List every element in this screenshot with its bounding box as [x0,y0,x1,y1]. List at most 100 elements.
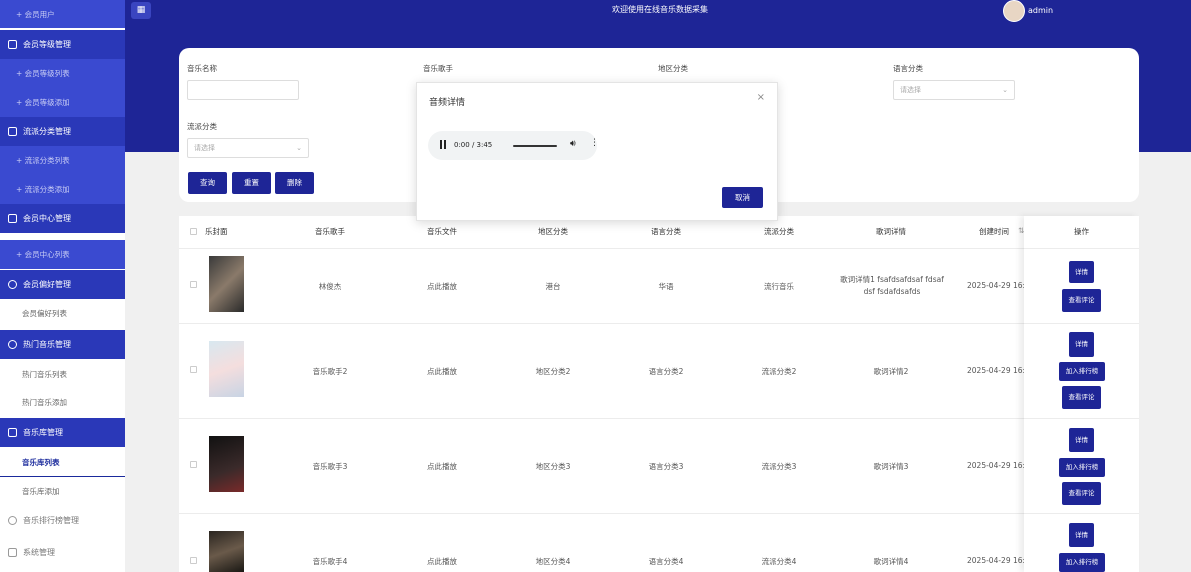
sidebar-item-label: 音乐库管理 [23,428,63,437]
header-file: 音乐文件 [427,227,457,236]
cell-region: 地区分类3 [535,462,571,471]
sidebar-item-genre-list[interactable]: + 流派分类列表 [0,146,125,175]
cancel-button[interactable]: 取消 [722,187,763,208]
play-link[interactable]: 点此播放 [402,366,482,377]
genre-placeholder: 请选择 [194,144,215,152]
add-to-ranking-button[interactable]: 加入排行榜 [1059,458,1105,477]
clock-icon [8,340,17,349]
sidebar-item-hot-music-add[interactable]: 热门音乐添加 [0,388,125,417]
header-genre: 流派分类 [764,227,794,236]
more-options-icon[interactable]: ⋮ [590,138,599,148]
sidebar-item-label: 音乐库列表 [22,457,60,467]
username[interactable]: admin [1028,6,1053,15]
detail-button[interactable]: 详情 [1069,428,1094,452]
cell-language: 语言分类4 [648,557,684,566]
add-to-ranking-button[interactable]: 加入排行榜 [1059,553,1105,572]
sidebar-item-label: + 流派分类添加 [16,185,70,194]
audio-progress-bar[interactable] [513,145,557,147]
view-comments-button[interactable]: 查看评论 [1062,289,1101,312]
folder-icon [8,214,17,223]
welcome-text: 欢迎使用在线音乐数据采集 [612,5,708,14]
sidebar-item-label: 热门音乐列表 [22,370,67,379]
sidebar-group-ranking[interactable]: 音乐排行榜管理 [0,506,125,535]
folder-icon [8,127,17,136]
cell-lyrics: 歌词详情4 [873,557,909,566]
view-comments-button[interactable]: 查看评论 [1062,482,1101,505]
detail-button[interactable]: 详情 [1069,261,1094,283]
region-label: 地区分类 [658,64,688,73]
pause-icon[interactable] [439,140,447,150]
sidebar-item-music-library-add[interactable]: 音乐库添加 [0,477,125,506]
chevron-down-icon: ⌄ [1002,86,1008,94]
sidebar-item-member-users[interactable]: + 会员用户 [0,0,125,28]
close-icon[interactable]: × [757,92,765,103]
row-divider [179,248,1139,249]
sidebar-item-label: 热门音乐管理 [23,340,71,349]
sidebar-item-member-level-add[interactable]: + 会员等级添加 [0,88,125,117]
music-name-input[interactable] [187,80,299,100]
sidebar-item-genre-add[interactable]: + 流派分类添加 [0,175,125,204]
select-all-checkbox[interactable] [190,228,197,235]
volume-icon[interactable]: 🔊︎ [570,139,576,149]
audio-detail-dialog: 音频详情 × 0:00 / 3:45 🔊︎ ⋮ 取消 [416,82,778,221]
delete-button[interactable]: 删除 [275,172,314,194]
language-select[interactable]: 请选择 ⌄ [893,80,1015,100]
cell-genre: 流派分类3 [761,462,797,471]
sidebar-group-member-preference[interactable]: 会员偏好管理 [0,270,125,299]
add-to-ranking-button[interactable]: 加入排行榜 [1059,362,1105,381]
row-divider [1024,323,1139,324]
query-button[interactable]: 查询 [188,172,227,194]
avatar[interactable] [1003,0,1025,22]
view-comments-button[interactable]: 查看评论 [1062,386,1101,409]
sidebar-group-music-library[interactable]: 音乐库管理 [0,418,125,447]
header-language: 语言分类 [651,227,681,236]
sidebar-group-genre[interactable]: 流派分类管理 [0,117,125,146]
row-checkbox[interactable] [190,366,197,373]
sidebar-item-member-center-list[interactable]: + 会员中心列表 [0,240,125,269]
document-icon [8,548,17,557]
detail-button[interactable]: 详情 [1069,332,1094,357]
genre-select[interactable]: 请选择 ⌄ [187,138,309,158]
cell-region: 港台 [545,282,561,291]
cell-genre: 流派分类4 [761,557,797,566]
cell-singer: 林俊杰 [318,282,342,291]
sidebar-item-preference-list[interactable]: 会员偏好列表 [0,299,125,328]
sidebar-item-hot-music-list[interactable]: 热门音乐列表 [0,360,125,389]
cell-lyrics: 歌词详情2 [873,367,909,376]
folder-icon [8,40,17,49]
sidebar-group-member-level[interactable]: 会员等级管理 [0,30,125,59]
header-region: 地区分类 [538,227,568,236]
cell-singer: 音乐歌手2 [312,367,348,376]
row-divider [1024,513,1139,514]
sidebar-item-label: + 会员中心列表 [16,250,70,259]
row-divider [1024,418,1139,419]
dialog-title: 音频详情 [429,98,466,108]
row-checkbox[interactable] [190,281,197,288]
sidebar-item-label: 会员中心管理 [23,214,71,223]
play-link[interactable]: 点此播放 [402,461,482,472]
cell-lyrics: 歌词详情3 [873,462,909,471]
sidebar-group-system[interactable]: 系统管理 [0,538,125,567]
sidebar-item-music-library-list[interactable]: 音乐库列表 [0,448,125,477]
sidebar-group-member-center[interactable]: 会员中心管理 [0,204,125,233]
sidebar-item-member-level-list[interactable]: + 会员等级列表 [0,59,125,88]
play-link[interactable]: 点此播放 [402,556,482,567]
row-checkbox[interactable] [190,557,197,564]
play-link[interactable]: 点此播放 [402,281,482,292]
cell-language: 语言分类2 [648,367,684,376]
cell-genre: 流行音乐 [764,282,794,291]
language-label: 语言分类 [893,64,923,73]
cell-created-time: 2025-04-29 16:1 [967,281,1027,290]
audio-player[interactable]: 0:00 / 3:45 🔊︎ ⋮ [428,131,599,160]
cell-singer: 音乐歌手4 [312,557,348,566]
cell-lyrics: 歌词详情1 fsafdsafdsaf fdsaf dsf fsdafdsafds [840,275,944,296]
reset-button[interactable]: 重置 [232,172,271,194]
row-divider [179,323,1139,324]
grid-icon[interactable]: ▦ [131,2,151,19]
sidebar-item-label: 系统管理 [23,548,55,557]
sidebar-group-hot-music[interactable]: 热门音乐管理 [0,330,125,359]
header-created-time[interactable]: 创建时间 [979,226,1019,237]
cell-created-time: 2025-04-29 16:1 [967,461,1027,470]
detail-button[interactable]: 详情 [1069,523,1094,547]
row-checkbox[interactable] [190,461,197,468]
